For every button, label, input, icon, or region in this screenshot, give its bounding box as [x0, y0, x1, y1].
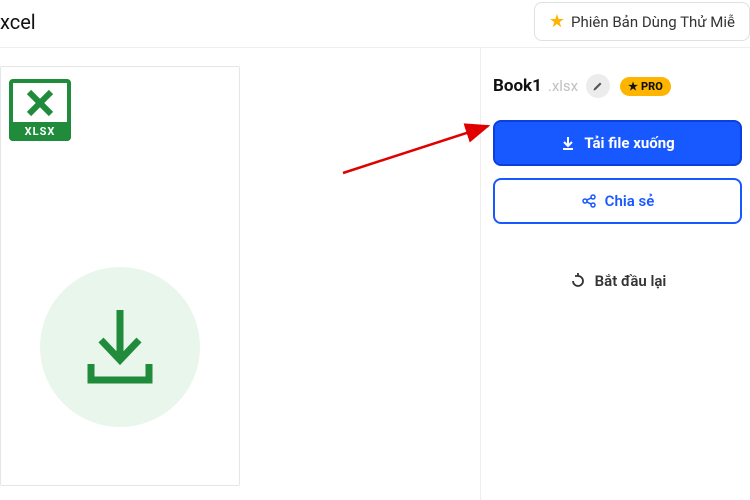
xlsx-label: XLSX [9, 122, 71, 141]
preview-pane: XLSX [0, 48, 480, 500]
file-name: Book1 [493, 76, 542, 96]
star-icon: ★ [628, 80, 638, 93]
restart-label: Bắt đầu lại [595, 272, 667, 290]
pencil-icon [592, 80, 604, 92]
share-icon [581, 193, 597, 209]
star-icon: ★ [549, 11, 565, 32]
restart-button[interactable]: Bắt đầu lại [493, 272, 742, 290]
pro-label: PRO [641, 80, 663, 93]
file-title-row: Book1 .xlsx ★ PRO [493, 74, 742, 98]
page-title-fragment: xcel [0, 10, 36, 34]
edit-filename-button[interactable] [586, 74, 610, 98]
xlsx-filetype-badge: XLSX [9, 79, 71, 141]
trial-label: Phiên Bản Dùng Thử Miễ [571, 13, 735, 31]
restart-icon [569, 272, 587, 290]
share-button[interactable]: Chia sẻ [493, 178, 742, 224]
xlsx-x-icon [13, 83, 67, 122]
pro-badge: ★ PRO [620, 77, 671, 96]
download-button[interactable]: Tải file xuống [493, 120, 742, 166]
download-graphic [40, 267, 200, 427]
download-icon [75, 302, 165, 392]
main: XLSX Book1 .xlsx ★ PRO [0, 48, 750, 500]
file-extension: .xlsx [548, 77, 578, 95]
share-label: Chia sẻ [605, 192, 655, 210]
file-preview-card: XLSX [0, 66, 240, 486]
download-label: Tải file xuống [584, 134, 674, 152]
topbar: xcel ★ Phiên Bản Dùng Thử Miễ [0, 0, 750, 48]
trial-button[interactable]: ★ Phiên Bản Dùng Thử Miễ [534, 2, 750, 41]
side-panel: Book1 .xlsx ★ PRO Tải file xuống [480, 48, 750, 500]
download-icon [560, 135, 576, 151]
